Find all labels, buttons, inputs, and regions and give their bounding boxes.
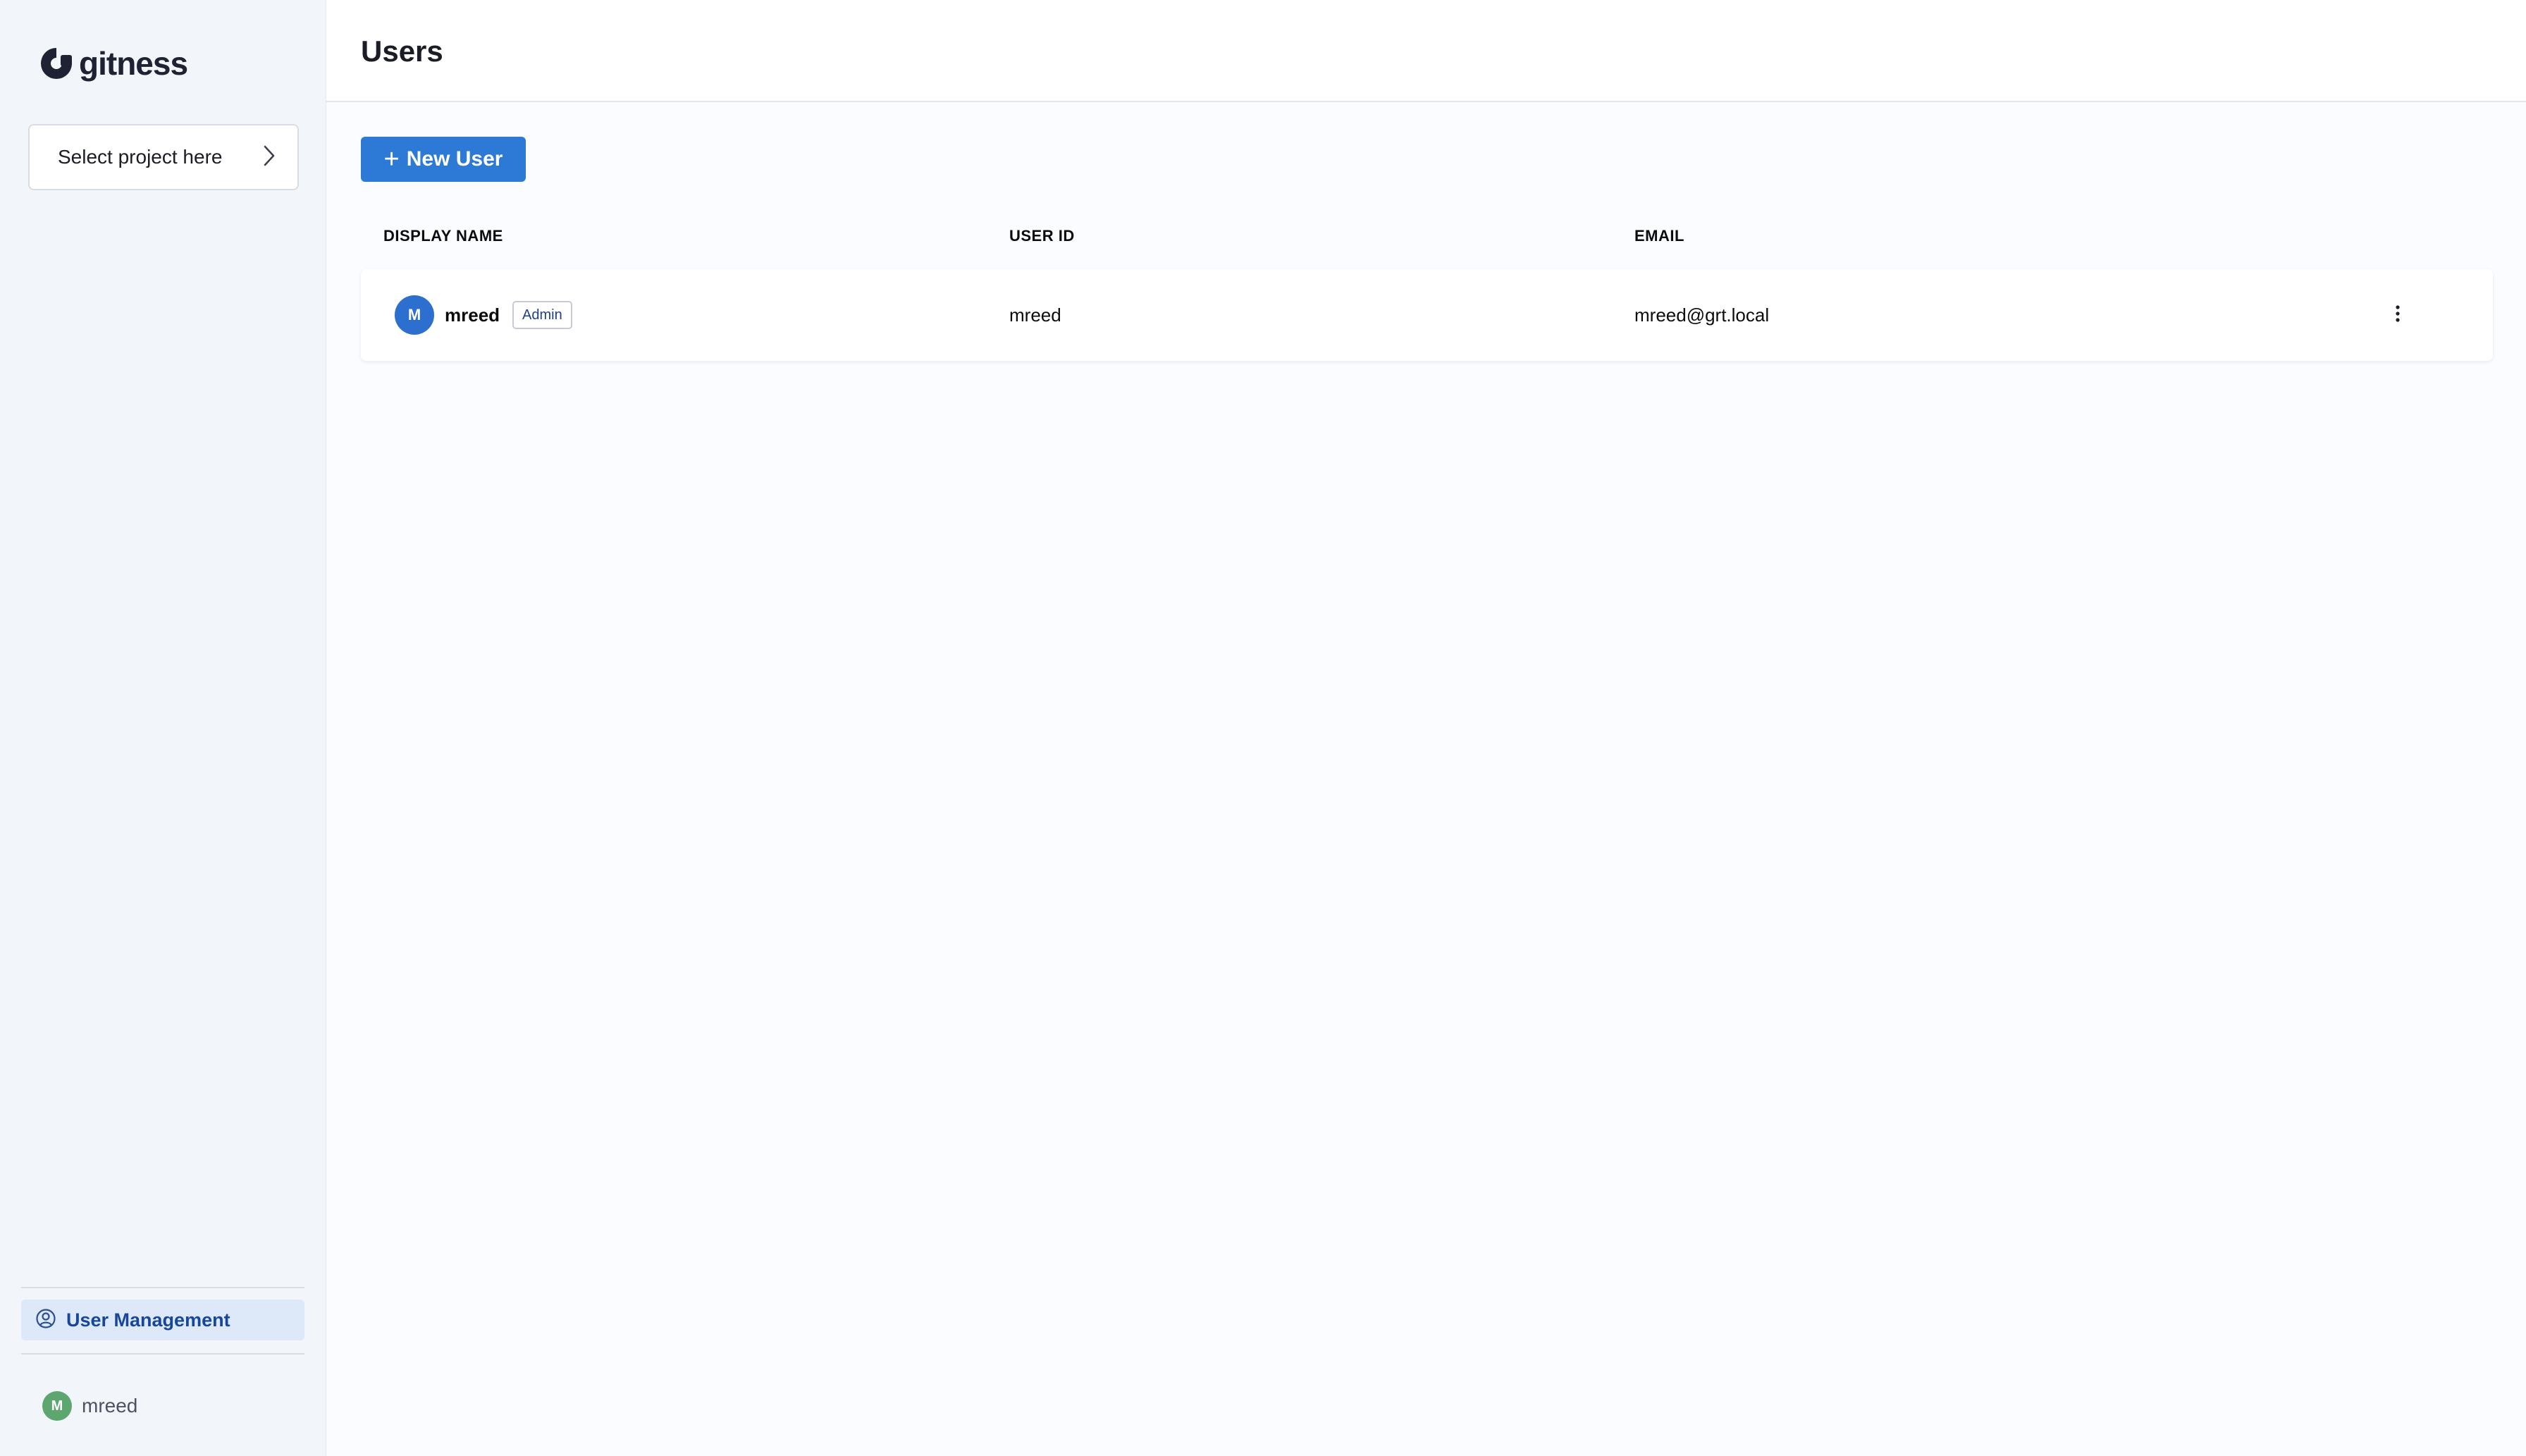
sidebar-divider-top [21, 1287, 304, 1288]
new-user-button-label: New User [406, 147, 503, 171]
plus-icon: + [383, 144, 400, 174]
sidebar-item-user-management[interactable]: User Management [21, 1300, 304, 1340]
column-header-user-id[interactable]: USER ID [1009, 224, 1075, 248]
chevron-right-icon [262, 144, 276, 171]
admin-badge: Admin [512, 301, 572, 329]
user-circle-icon [35, 1308, 56, 1333]
display-name-cell: M mreed Admin [395, 269, 572, 361]
avatar: M [395, 295, 434, 335]
table-header: DISPLAY NAME USER ID EMAIL [361, 224, 2493, 248]
new-user-button[interactable]: + New User [361, 137, 526, 182]
project-select[interactable]: Select project here [28, 124, 299, 190]
table-row[interactable]: M mreed Admin mreed mreed@grt.local [361, 269, 2493, 361]
gitness-logo-icon [38, 45, 75, 82]
email-cell: mreed@grt.local [1634, 304, 1770, 326]
sidebar-divider-bottom [21, 1353, 304, 1355]
page-title: Users [361, 35, 443, 68]
current-user[interactable]: M mreed [42, 1391, 137, 1421]
column-header-email[interactable]: EMAIL [1634, 224, 1684, 248]
brand-name: gitness [79, 45, 188, 82]
page-header: Users [326, 0, 2526, 102]
brand-logo[interactable]: gitness [38, 44, 188, 83]
current-user-name: mreed [82, 1395, 138, 1417]
user-display-name: mreed [445, 304, 500, 326]
more-vertical-icon [2394, 304, 2401, 327]
sidebar: gitness Select project here User Managem… [0, 0, 326, 1456]
avatar: M [42, 1391, 72, 1421]
project-select-label: Select project here [58, 146, 223, 168]
sidebar-item-label: User Management [66, 1309, 230, 1331]
row-actions-button[interactable] [2384, 301, 2412, 329]
column-header-display-name[interactable]: DISPLAY NAME [383, 224, 503, 248]
user-id-cell: mreed [1009, 304, 1061, 326]
